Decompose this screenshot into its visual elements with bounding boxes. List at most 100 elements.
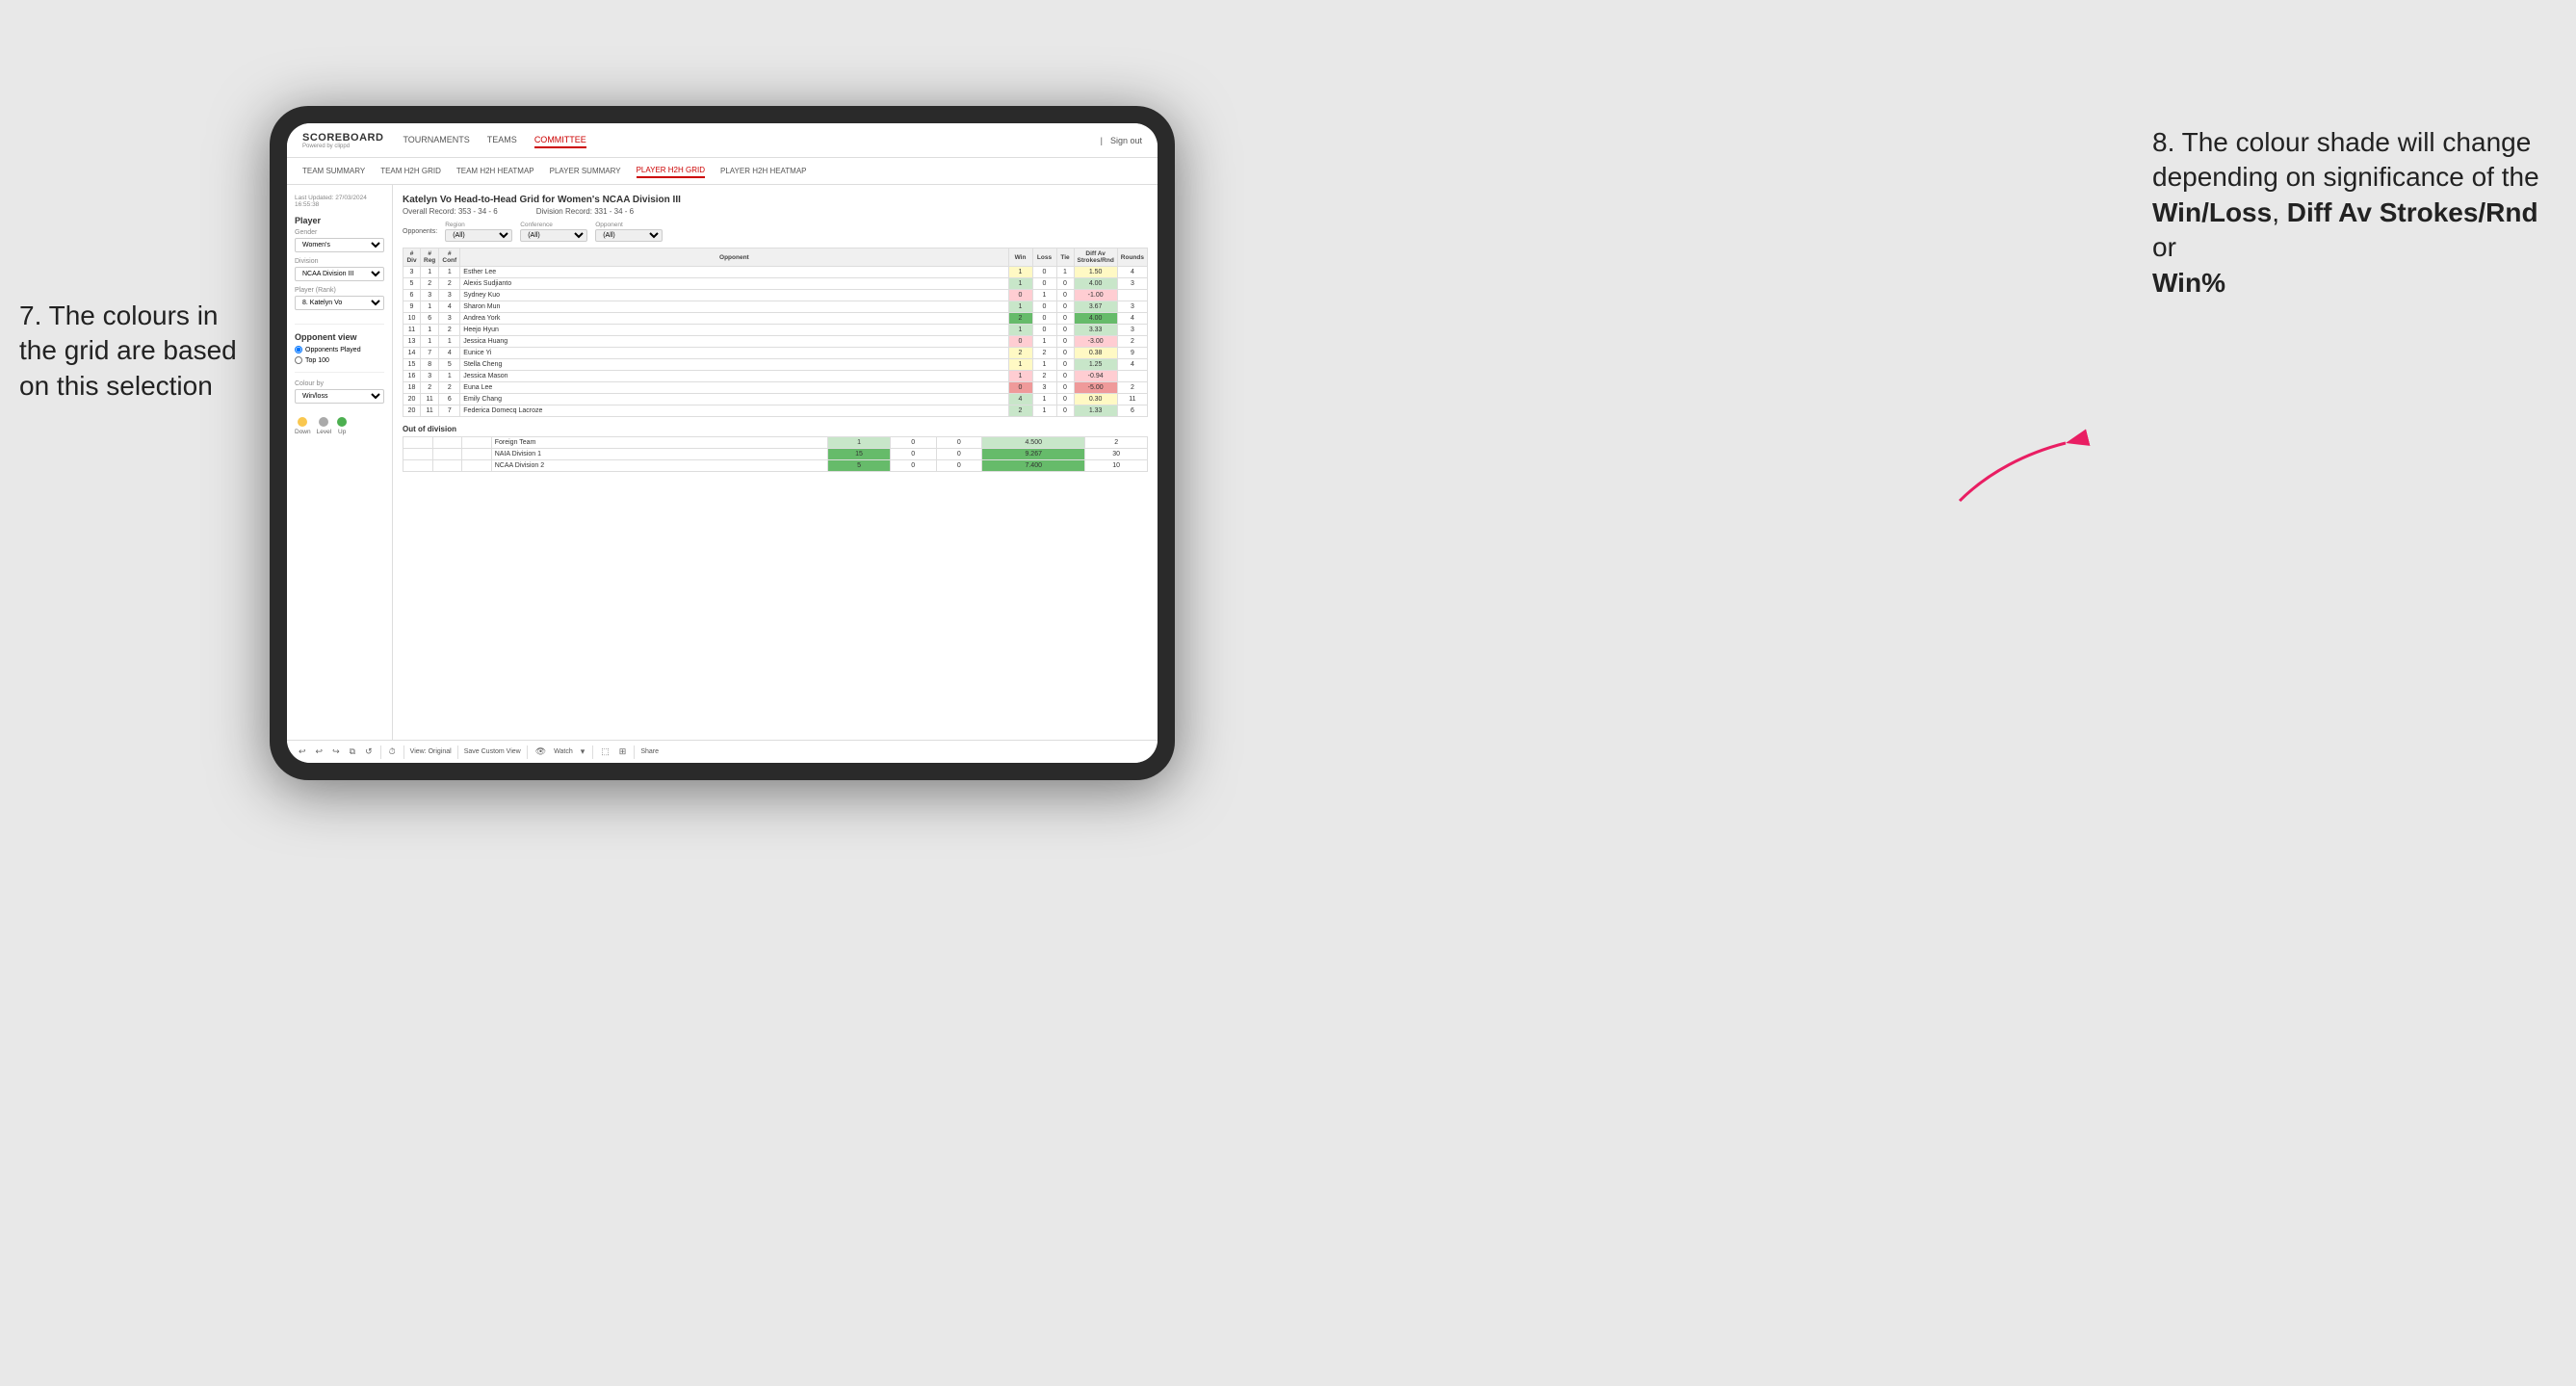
th-diff: Diff AvStrokes/Rnd xyxy=(1074,248,1117,267)
subnav-player-h2h-heatmap[interactable]: PLAYER H2H HEATMAP xyxy=(720,165,807,177)
cell-loss: 3 xyxy=(1032,382,1056,394)
nav-committee[interactable]: COMMITTEE xyxy=(534,133,586,148)
conference-filter-select[interactable]: (All) xyxy=(520,229,587,242)
nav-right: | Sign out xyxy=(1101,136,1142,145)
refresh-btn[interactable]: ↺ xyxy=(363,746,375,757)
undo-btn[interactable]: ↩ xyxy=(297,746,308,757)
cell-name: Alexis Sudjianto xyxy=(460,278,1008,290)
th-div: #Div xyxy=(403,248,421,267)
view-original-btn[interactable]: View: Original xyxy=(410,748,452,755)
ood-cell-rounds: 10 xyxy=(1085,460,1148,472)
radio-top100[interactable]: Top 100 xyxy=(295,356,384,364)
cell-loss: 2 xyxy=(1032,371,1056,382)
table-row: 14 7 4 Eunice Yi 2 2 0 0.38 9 xyxy=(403,348,1148,359)
cell-div: 15 xyxy=(403,359,421,371)
gender-select[interactable]: Women's xyxy=(295,238,384,252)
division-select[interactable]: NCAA Division III xyxy=(295,267,384,281)
conference-filter-label: Conference xyxy=(520,222,587,228)
cell-conf: 6 xyxy=(439,394,460,405)
subnav-player-summary[interactable]: PLAYER SUMMARY xyxy=(550,165,621,177)
cell-name: Jessica Mason xyxy=(460,371,1008,382)
annotation-right: 8. The colour shade will change dependin… xyxy=(2152,125,2557,301)
undo2-btn[interactable]: ↩ xyxy=(314,746,325,757)
watch-btn[interactable]: Watch xyxy=(554,748,573,755)
table-row: 20 11 7 Federica Domecq Lacroze 2 1 0 1.… xyxy=(403,405,1148,417)
nav-teams[interactable]: TEAMS xyxy=(487,133,517,148)
cell-diff: -0.94 xyxy=(1074,371,1117,382)
color-legend: Down Level Up xyxy=(295,417,384,435)
cell-tie: 0 xyxy=(1056,290,1074,301)
cell-win: 2 xyxy=(1008,348,1032,359)
logo-text[interactable]: SCOREBOARD xyxy=(302,132,383,144)
nav-bar: SCOREBOARD Powered by clippd TOURNAMENTS… xyxy=(287,123,1158,158)
share-btn[interactable]: Share xyxy=(640,748,659,755)
eye-btn[interactable]: 👁 xyxy=(533,746,548,757)
cell-name: Eunice Yi xyxy=(460,348,1008,359)
cell-diff: -3.00 xyxy=(1074,336,1117,348)
last-updated: Last Updated: 27/03/2024 16:55:38 xyxy=(295,195,384,208)
region-filter-select[interactable]: (All) xyxy=(445,229,512,242)
table-row: 11 1 2 Heejo Hyun 1 0 0 3.33 3 xyxy=(403,325,1148,336)
th-reg: #Reg xyxy=(421,248,439,267)
cell-diff: 1.33 xyxy=(1074,405,1117,417)
th-opponent: Opponent xyxy=(460,248,1008,267)
colour-by-label: Colour by xyxy=(295,380,384,387)
save-custom-btn[interactable]: Save Custom View xyxy=(464,748,521,755)
subnav-team-summary[interactable]: TEAM SUMMARY xyxy=(302,165,365,177)
cell-name: Andrea York xyxy=(460,313,1008,325)
grid-title: Katelyn Vo Head-to-Head Grid for Women's… xyxy=(403,195,1148,205)
arrow-down[interactable]: ▾ xyxy=(579,746,587,757)
cell-tie: 0 xyxy=(1056,301,1074,313)
ood-cell-tie: 0 xyxy=(936,449,982,460)
nav-divider: | xyxy=(1101,136,1103,145)
nav-tournaments[interactable]: TOURNAMENTS xyxy=(403,133,469,148)
opponent-filter-select[interactable]: (All) xyxy=(595,229,663,242)
cell-loss: 2 xyxy=(1032,348,1056,359)
ood-cell-loss: 0 xyxy=(890,449,936,460)
ood-cell-div xyxy=(403,460,433,472)
ood-cell-rounds: 30 xyxy=(1085,449,1148,460)
cell-tie: 0 xyxy=(1056,348,1074,359)
radio-opponents-played[interactable]: Opponents Played xyxy=(295,346,384,353)
cell-name: Federica Domecq Lacroze xyxy=(460,405,1008,417)
annotation-right-text: 8. The colour shade will change dependin… xyxy=(2152,127,2539,192)
cell-conf: 2 xyxy=(439,278,460,290)
cell-div: 10 xyxy=(403,313,421,325)
subnav-team-h2h-grid[interactable]: TEAM H2H GRID xyxy=(380,165,441,177)
screen-btn[interactable]: ⬚ xyxy=(599,746,611,757)
cell-win: 1 xyxy=(1008,325,1032,336)
cell-win: 2 xyxy=(1008,405,1032,417)
cell-reg: 11 xyxy=(421,405,439,417)
cell-win: 1 xyxy=(1008,278,1032,290)
legend-up-label: Up xyxy=(338,429,346,435)
toolbar-divider1 xyxy=(380,745,381,759)
cell-conf: 1 xyxy=(439,336,460,348)
tablet-screen: SCOREBOARD Powered by clippd TOURNAMENTS… xyxy=(287,123,1158,763)
division-record: Division Record: 331 - 34 - 6 xyxy=(536,207,634,216)
cell-name: Jessica Huang xyxy=(460,336,1008,348)
cell-win: 1 xyxy=(1008,301,1032,313)
player-rank-select[interactable]: 8. Katelyn Vo xyxy=(295,296,384,310)
colour-by-select[interactable]: Win/loss Diff Av Strokes/Rnd Win% xyxy=(295,389,384,404)
sign-out-link[interactable]: Sign out xyxy=(1110,136,1142,145)
cell-rounds: 6 xyxy=(1117,405,1147,417)
subnav-player-h2h-grid[interactable]: PLAYER H2H GRID xyxy=(637,164,705,178)
cell-name: Esther Lee xyxy=(460,267,1008,278)
tablet-frame: SCOREBOARD Powered by clippd TOURNAMENTS… xyxy=(270,106,1175,780)
copy-btn[interactable]: ⧉ xyxy=(348,746,357,757)
cell-div: 9 xyxy=(403,301,421,313)
redo-btn[interactable]: ↪ xyxy=(330,746,342,757)
cell-name: Euna Lee xyxy=(460,382,1008,394)
cell-diff: 0.30 xyxy=(1074,394,1117,405)
clock-btn[interactable]: ⏱ xyxy=(387,746,398,757)
cell-win: 1 xyxy=(1008,371,1032,382)
player-rank-label: Player (Rank) xyxy=(295,287,384,294)
grid-btn[interactable]: ⊞ xyxy=(617,746,629,757)
ood-cell-conf xyxy=(462,437,492,449)
cell-reg: 8 xyxy=(421,359,439,371)
table-row: 16 3 1 Jessica Mason 1 2 0 -0.94 xyxy=(403,371,1148,382)
cell-conf: 3 xyxy=(439,290,460,301)
subnav-team-h2h-heatmap[interactable]: TEAM H2H HEATMAP xyxy=(456,165,534,177)
ood-cell-reg xyxy=(432,449,462,460)
h2h-grid-table: #Div #Reg #Conf Opponent Win Loss Tie Di… xyxy=(403,248,1148,417)
